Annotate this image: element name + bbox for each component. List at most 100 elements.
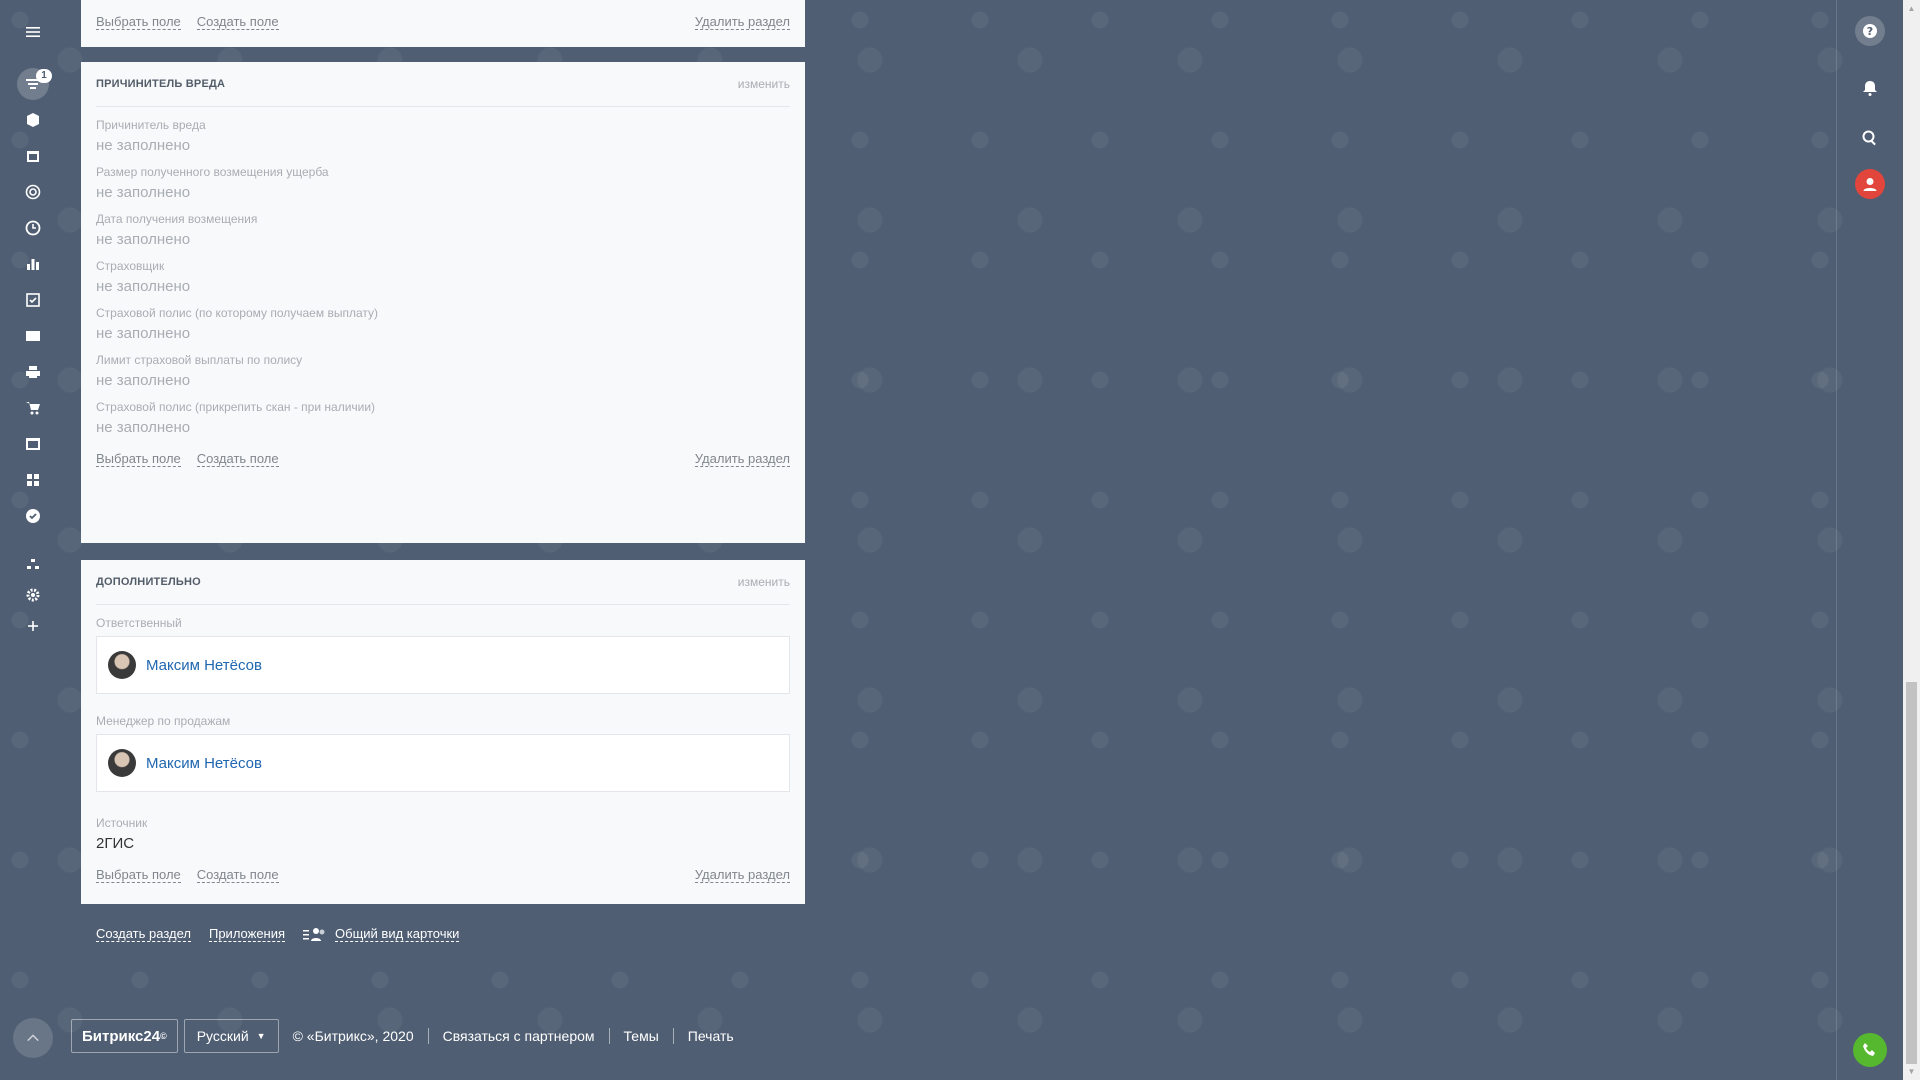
select-field-link[interactable]: Выбрать поле <box>96 451 181 467</box>
calendar-icon[interactable] <box>21 144 45 168</box>
delete-section-link[interactable]: Удалить раздел <box>694 14 790 30</box>
general-view-link[interactable]: Общий вид карточки <box>335 926 460 942</box>
section-title: ДОПОЛНИТЕЛЬНО <box>96 576 201 588</box>
scroll-up-button[interactable] <box>13 1018 53 1058</box>
field-label: Менеджер по продажам <box>96 714 231 728</box>
harm-section-card: ПРИЧИНИТЕЛЬ ВРЕДА изменить Причинитель в… <box>81 62 805 543</box>
select-field-link[interactable]: Выбрать поле <box>96 867 181 883</box>
avatar[interactable] <box>108 651 136 679</box>
themes-link[interactable]: Темы <box>610 1028 674 1044</box>
section-footer: Выбрать поле Создать поле Удалить раздел <box>96 444 790 474</box>
notifications-button[interactable] <box>1855 73 1885 103</box>
chevron-up-icon <box>27 1034 39 1042</box>
search-button[interactable] <box>1855 123 1885 153</box>
field-value: не заполнено <box>96 419 191 436</box>
apps-link[interactable]: Приложения <box>208 926 286 942</box>
avatar[interactable] <box>108 749 136 777</box>
check-circle-icon[interactable] <box>21 504 45 528</box>
card-bottom-links: Создать раздел Приложения Общий вид карт… <box>96 926 477 942</box>
print-link[interactable]: Печать <box>674 1028 748 1044</box>
edit-section-link[interactable]: изменить <box>738 77 790 91</box>
bell-icon <box>1863 81 1877 96</box>
edit-section-link[interactable]: изменить <box>738 575 790 589</box>
target-icon[interactable] <box>21 180 45 204</box>
delete-section-link[interactable]: Удалить раздел <box>694 867 790 883</box>
field-harm-causer[interactable]: Причинитель вреда не заполнено <box>96 107 790 154</box>
field-value: не заполнено <box>96 372 191 389</box>
select-field-link[interactable]: Выбрать поле <box>96 14 181 30</box>
call-button[interactable] <box>1853 1033 1887 1067</box>
checkbox-icon[interactable] <box>21 288 45 312</box>
gear-icon[interactable] <box>21 583 45 607</box>
box-icon[interactable] <box>21 108 45 132</box>
chart-icon[interactable] <box>21 252 45 276</box>
extra-section-card: ДОПОЛНИТЕЛЬНО изменить Ответственный Мак… <box>81 560 805 904</box>
field-compensation-amount[interactable]: Размер полученного возмещения ущерба не … <box>96 154 790 201</box>
field-label: Ответственный <box>96 616 182 630</box>
grid-icon[interactable] <box>21 468 45 492</box>
section-footer: Выбрать поле Создать поле Удалить раздел <box>96 0 790 44</box>
notification-badge: 1 <box>36 69 52 83</box>
contact-partner-link[interactable]: Связаться с партнером <box>429 1028 610 1044</box>
svg-text:?: ? <box>1867 25 1873 38</box>
field-compensation-date[interactable]: Дата получения возмещения не заполнено <box>96 201 790 248</box>
section-header: ДОПОЛНИТЕЛЬНО изменить <box>96 560 790 605</box>
logo-mark: © <box>160 1031 167 1041</box>
people-icon <box>303 928 325 941</box>
field-label: Источник <box>96 816 148 830</box>
field-value: не заполнено <box>96 325 191 342</box>
previous-section-card: Выбрать поле Создать поле Удалить раздел <box>81 0 805 47</box>
user-profile-button[interactable] <box>1855 169 1885 199</box>
field-value: не заполнено <box>96 231 191 248</box>
field-value: не заполнено <box>96 184 191 201</box>
field-responsible: Ответственный Максим Нетёсов <box>96 605 790 694</box>
create-section-link[interactable]: Создать раздел <box>96 926 191 942</box>
footer: Битрикс24 © Русский ▼ © «Битрикс», 2020 С… <box>71 1019 748 1053</box>
window-icon[interactable] <box>21 432 45 456</box>
field-label: Дата получения возмещения <box>96 212 258 226</box>
page-scrollbar[interactable]: ▲ ▼ <box>1903 0 1920 1080</box>
scrollbar-thumb[interactable] <box>1906 682 1917 1064</box>
scroll-down-arrow-icon[interactable]: ▼ <box>1903 1063 1920 1080</box>
sitemap-icon[interactable] <box>21 552 45 576</box>
create-field-link[interactable]: Создать поле <box>196 14 279 30</box>
menu-icon[interactable] <box>21 20 45 44</box>
clock-icon[interactable] <box>21 216 45 240</box>
left-sidebar: 1 <box>0 0 66 1080</box>
field-insurance-policy[interactable]: Страховой полис (по которому получаем вы… <box>96 295 790 342</box>
mail-icon[interactable] <box>21 324 45 348</box>
copyright-text: © «Битрикс», 2020 <box>279 1028 429 1044</box>
help-button[interactable]: ? <box>1855 16 1885 46</box>
user-name-link[interactable]: Максим Нетёсов <box>146 657 262 674</box>
logo-text: Битрикс24 <box>82 1027 161 1045</box>
field-value: не заполнено <box>96 278 191 295</box>
help-icon: ? <box>1863 24 1877 38</box>
field-insurer[interactable]: Страховщик не заполнено <box>96 248 790 295</box>
field-label: Страховщик <box>96 259 165 273</box>
right-panel-divider <box>1836 0 1837 1080</box>
field-label: Страховой полис (прикрепить скан - при н… <box>96 400 376 414</box>
field-sales-manager: Менеджер по продажам Максим Нетёсов <box>96 694 790 792</box>
printer-icon[interactable] <box>21 360 45 384</box>
section-footer: Выбрать поле Создать поле Удалить раздел <box>96 860 790 890</box>
field-label: Причинитель вреда <box>96 118 206 132</box>
field-source[interactable]: Источник 2ГИС <box>96 792 790 852</box>
plus-icon[interactable] <box>21 614 45 638</box>
field-policy-scan[interactable]: Страховой полис (прикрепить скан - при н… <box>96 389 790 436</box>
field-value: не заполнено <box>96 137 191 154</box>
create-field-link[interactable]: Создать поле <box>196 867 279 883</box>
cart-icon[interactable] <box>21 396 45 420</box>
delete-section-link[interactable]: Удалить раздел <box>694 451 790 467</box>
user-box: Максим Нетёсов <box>96 636 790 694</box>
search-icon <box>1862 130 1876 146</box>
language-value: Русский <box>196 1028 249 1044</box>
phone-icon <box>1863 1043 1875 1056</box>
field-payout-limit[interactable]: Лимит страховой выплаты по полису не зап… <box>96 342 790 389</box>
user-name-link[interactable]: Максим Нетёсов <box>146 755 262 772</box>
bitrix24-logo: Битрикс24 © <box>71 1019 178 1053</box>
create-field-link[interactable]: Создать поле <box>196 451 279 467</box>
scroll-up-arrow-icon[interactable]: ▲ <box>1903 0 1920 17</box>
chevron-down-icon: ▼ <box>256 1031 266 1041</box>
user-box: Максим Нетёсов <box>96 734 790 792</box>
language-select[interactable]: Русский ▼ <box>183 1019 279 1053</box>
